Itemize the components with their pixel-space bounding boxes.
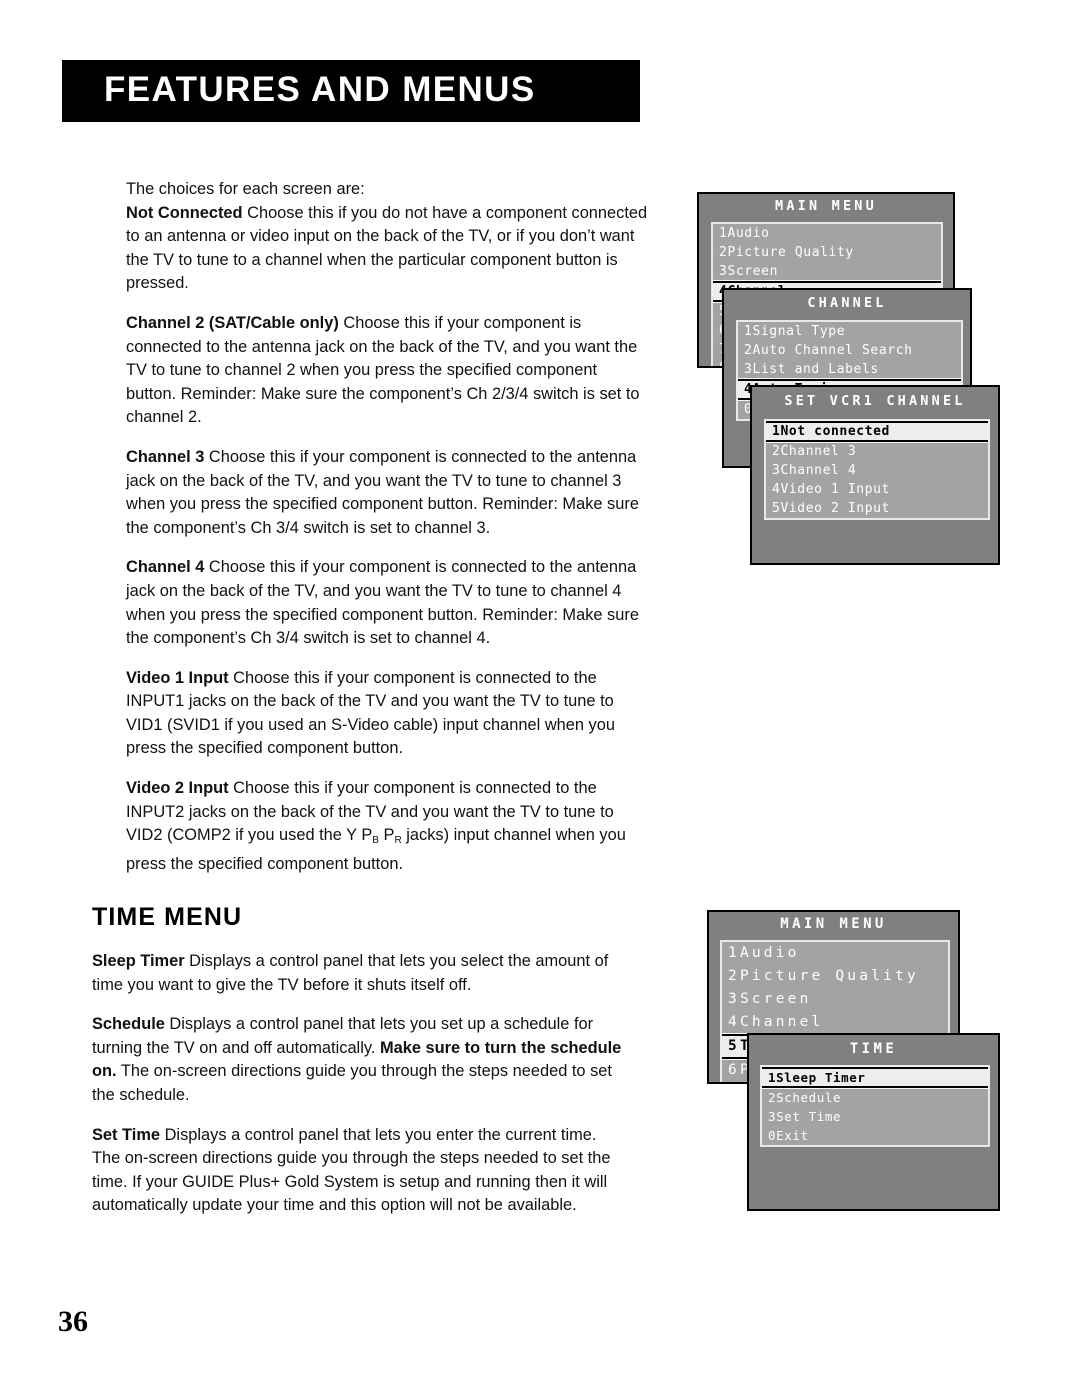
paragraph-lead: Sleep Timer — [92, 952, 185, 970]
paragraph-video-2-input: Video 2 Input Choose this if your compon… — [126, 777, 650, 876]
osd-item-number: 2 — [768, 1090, 777, 1105]
osd-item-label: Schedule — [776, 1090, 842, 1105]
osd-item-label: Video 1 Input — [780, 482, 890, 497]
paragraph-lead: Channel 3 — [126, 447, 205, 466]
intro-line: The choices for each screen are: — [126, 180, 365, 198]
osd-menu-item[interactable]: 4 Video 1 Input — [766, 480, 988, 499]
body-text-column: The choices for each screen are: Not Con… — [126, 178, 650, 892]
paragraph: Channel 2 (SAT/Cable only) Choose this i… — [126, 312, 650, 430]
paragraph-lead: Video 1 Input — [126, 668, 229, 687]
osd-item-label: Screen — [739, 991, 812, 1007]
paragraph-lead: Channel 4 — [126, 558, 205, 577]
osd-menu-item[interactable]: 0 Exit — [762, 1126, 988, 1145]
osd-title: MAIN MENU — [775, 198, 877, 214]
paragraph: Sleep Timer Displays a control panel tha… — [92, 950, 626, 997]
osd-title: SET VCR1 CHANNEL — [784, 393, 966, 409]
osd-item-number: 6 — [728, 1062, 740, 1078]
paragraph-text: Displays a control panel that lets you e… — [92, 1125, 611, 1215]
osd-title: TIME — [849, 1041, 898, 1057]
osd-menu-item[interactable]: 2 Picture Quality — [713, 243, 941, 262]
osd-item-label: Video 2 Input — [780, 501, 890, 516]
page-title: FEATURES AND MENUS — [104, 70, 536, 109]
osd-menu-item[interactable]: 3 Screen — [722, 988, 948, 1011]
osd-title: CHANNEL — [807, 295, 887, 311]
osd-menu-item[interactable]: 2 Auto Channel Search — [738, 341, 961, 360]
osd-item-number: 1 — [728, 945, 740, 961]
paragraph: Channel 3 Choose this if your component … — [126, 446, 650, 540]
osd-item-label: Auto Channel Search — [752, 343, 913, 358]
osd-item-label: Channel — [739, 1014, 824, 1030]
section-heading-time-menu: TIME MENU — [92, 903, 243, 931]
osd-item-label: Exit — [776, 1128, 809, 1143]
paragraph-lead: Schedule — [92, 1015, 165, 1034]
osd-item-label: Sleep Timer — [776, 1070, 866, 1085]
osd-item-number: 3 — [768, 1109, 777, 1124]
paragraph: Channel 4 Choose this if your component … — [126, 556, 650, 650]
paragraph-lead: Not Connected — [126, 203, 243, 222]
osd-item-label: List and Labels — [752, 362, 879, 377]
osd-menu-item[interactable]: 3 List and Labels — [738, 360, 961, 379]
paragraph-lead: Video 2 Input — [126, 779, 229, 798]
osd-item-label: Signal Type — [752, 324, 846, 339]
osd-item-number: 1 — [768, 1070, 777, 1085]
osd-menu-item-selected[interactable]: 1 Not connected — [765, 420, 989, 443]
paragraph-text-b: P — [378, 826, 395, 845]
osd-item-number: 4 — [728, 1014, 740, 1030]
osd-panel-time-menu: TIME 1 Sleep Timer 2 Schedule 3 Set Time 0 … — [747, 1033, 1000, 1211]
osd-item-number: 0 — [768, 1128, 777, 1143]
osd-item-number: 3 — [728, 991, 740, 1007]
osd-item-label: Set Time — [776, 1109, 842, 1124]
osd-menu-item-selected[interactable]: 1 Sleep Timer — [761, 1066, 989, 1089]
osd-menu-item[interactable]: 4 Channel — [722, 1011, 948, 1034]
paragraph-lead: Channel 2 (SAT/Cable only) — [126, 313, 339, 332]
osd-item-label: Picture Quality — [739, 968, 919, 984]
osd-item-label: Screen — [727, 264, 778, 279]
osd-item-label: Channel 4 — [780, 463, 857, 478]
osd-item-number: 7 — [728, 1083, 740, 1084]
osd-item-list: 1 Not connected 2 Channel 33 Channel 44 V… — [764, 419, 990, 520]
osd-item-label: Channel 3 — [780, 444, 857, 459]
osd-item-number: 2 — [728, 968, 740, 984]
osd-menu-item[interactable]: 5 Video 2 Input — [766, 499, 988, 518]
osd-item-label: Picture Quality — [727, 245, 854, 260]
subscript-r: R — [394, 835, 402, 847]
osd-item-label: Audio — [739, 945, 800, 961]
osd-menu-item[interactable]: 1 Signal Type — [738, 322, 961, 341]
paragraph-set-time: Set Time Displays a control panel that l… — [92, 1124, 626, 1218]
osd-menu-item[interactable]: 2 Schedule — [762, 1088, 988, 1107]
choice-paragraph-list: Not Connected Choose this if you do not … — [126, 202, 650, 761]
paragraph: Not Connected Choose this if you do not … — [126, 202, 650, 296]
osd-item-number: 5 — [728, 1038, 740, 1054]
osd-menu-item[interactable]: 2 Picture Quality — [722, 965, 948, 988]
paragraph: Video 1 Input Choose this if your compon… — [126, 667, 650, 761]
osd-menu-item[interactable]: 1 Audio — [722, 942, 948, 965]
time-section-text-column: Sleep Timer Displays a control panel tha… — [92, 950, 626, 1234]
paragraph-schedule: Schedule Displays a control panel that l… — [92, 1013, 626, 1107]
osd-title: MAIN MENU — [780, 916, 887, 932]
page-number: 36 — [58, 1305, 88, 1338]
osd-panel-set-vcr1-channel: SET VCR1 CHANNEL 1 Not connected 2 Channe… — [750, 385, 1000, 565]
osd-menu-item[interactable]: 3 Set Time — [762, 1107, 988, 1126]
osd-item-list: 1 Sleep Timer 2 Schedule 3 Set Time 0 Exit — [760, 1065, 990, 1147]
paragraph-text-b: The on-screen directions guide you throu… — [92, 1062, 612, 1104]
osd-menu-item[interactable]: 2 Channel 3 — [766, 442, 988, 461]
osd-item-label: Not connected — [780, 424, 890, 439]
time-paragraph-list: Sleep Timer Displays a control panel tha… — [92, 950, 626, 997]
paragraph-lead: Set Time — [92, 1125, 161, 1144]
osd-menu-item[interactable]: 1 Audio — [713, 224, 941, 243]
osd-item-label: Audio — [727, 226, 770, 241]
osd-menu-item[interactable]: 3 Screen — [713, 262, 941, 281]
subscript-b: B — [372, 835, 379, 847]
osd-menu-item[interactable]: 3 Channel 4 — [766, 461, 988, 480]
